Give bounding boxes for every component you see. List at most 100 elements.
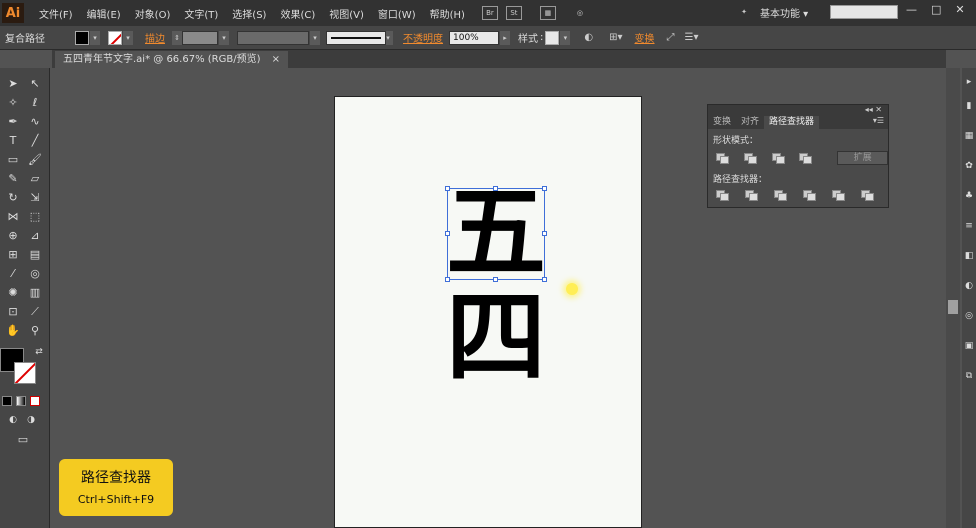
graphic-style-swatch[interactable] <box>545 30 560 45</box>
width-tool-icon[interactable]: ⋈ <box>4 209 22 225</box>
align-grid-icon[interactable]: ⊞▾ <box>609 32 622 43</box>
opacity-label[interactable]: 不透明度 <box>403 30 443 45</box>
appearance-panel-icon[interactable]: ◎ <box>962 308 976 324</box>
graphic-style-dropdown[interactable]: ▾ <box>560 30 571 45</box>
eyedropper-icon[interactable]: ⁄ <box>4 266 22 282</box>
stroke-swatch[interactable] <box>108 30 122 45</box>
maximize-button[interactable]: □ <box>931 3 941 16</box>
mesh-icon[interactable]: ⊞ <box>4 247 22 263</box>
type-tool-icon[interactable]: T <box>4 133 22 149</box>
blend-icon[interactable]: ◎ <box>26 266 44 282</box>
draw-normal-icon[interactable]: ◐ <box>4 412 22 428</box>
fill-dropdown[interactable]: ▾ <box>90 30 100 45</box>
draw-behind-icon[interactable]: ◑ <box>22 412 40 428</box>
merge-icon[interactable] <box>774 190 787 201</box>
minimize-button[interactable]: — <box>906 3 917 16</box>
graphic-styles-icon[interactable]: ▣ <box>962 338 976 354</box>
gpu-performance-icon[interactable]: ◎ <box>572 6 588 20</box>
stroke-label[interactable]: 描边 <box>145 30 165 45</box>
isolate-icon[interactable]: ⤢ <box>667 32 675 43</box>
sync-settings-icon[interactable]: ✦ <box>736 5 752 19</box>
shape-builder-icon[interactable]: ⊕ <box>4 228 22 244</box>
handle-bottom-right[interactable] <box>542 277 547 282</box>
stroke-weight-dropdown[interactable]: ▾ <box>219 30 229 45</box>
symbol-sprayer-icon[interactable]: ✺ <box>4 285 22 301</box>
line-tool-icon[interactable]: ╱ <box>26 133 44 149</box>
fill-swatch[interactable] <box>75 30 89 45</box>
glyph-si[interactable]: 四 <box>446 288 546 388</box>
exclude-icon[interactable] <box>799 153 813 164</box>
graph-icon[interactable]: ▥ <box>26 285 44 301</box>
paintbrush-icon[interactable]: 🖌 <box>26 152 44 168</box>
stroke-dropdown[interactable]: ▾ <box>123 30 133 45</box>
stock-button[interactable]: St <box>505 6 522 20</box>
curvature-icon[interactable]: ∿ <box>26 114 44 130</box>
vertical-scrollbar[interactable] <box>946 68 960 528</box>
handle-bottom[interactable] <box>493 277 498 282</box>
menu-edit[interactable]: 编辑(E) <box>80 6 128 21</box>
lasso-icon[interactable]: ℓ <box>26 95 44 111</box>
scale-icon[interactable]: ⇲ <box>26 190 44 206</box>
rotate-icon[interactable]: ↻ <box>4 190 22 206</box>
brush-definition-preview[interactable] <box>326 30 386 45</box>
eraser-icon[interactable]: ▱ <box>26 171 44 187</box>
crop-icon[interactable] <box>803 190 816 201</box>
handle-left[interactable] <box>445 231 450 236</box>
layers-panel-icon[interactable]: ⧉ <box>962 368 976 384</box>
perspective-icon[interactable]: ⊿ <box>26 228 44 244</box>
handle-top-left[interactable] <box>445 186 450 191</box>
variable-width-field[interactable] <box>237 30 309 45</box>
divide-icon[interactable] <box>716 190 729 201</box>
brushes-panel-icon[interactable]: ✿ <box>962 158 976 174</box>
search-input[interactable] <box>830 5 898 19</box>
stroke-color-box[interactable] <box>14 362 36 384</box>
artboard-icon[interactable]: ⊡ <box>4 304 22 320</box>
swap-colors-icon[interactable]: ⇄ <box>30 344 48 360</box>
slice-icon[interactable]: ⟋ <box>26 304 44 320</box>
stroke-weight-stepper[interactable]: ⇕ <box>172 30 182 45</box>
handle-bottom-left[interactable] <box>445 277 450 282</box>
symbols-panel-icon[interactable]: ♣ <box>962 188 976 204</box>
outline-icon[interactable] <box>832 190 845 201</box>
handle-top[interactable] <box>493 186 498 191</box>
bridge-button[interactable]: Br <box>481 6 498 20</box>
close-window-button[interactable]: ✕ <box>955 3 964 16</box>
selection-tool-icon[interactable]: ➤ <box>4 76 22 92</box>
free-transform-icon[interactable]: ⬚ <box>26 209 44 225</box>
pen-tool-icon[interactable]: ✒ <box>4 114 22 130</box>
menu-file[interactable]: 文件(F) <box>32 6 80 21</box>
color-panel-icon[interactable]: ▮ <box>962 98 976 114</box>
selection-bounding-box[interactable] <box>447 188 545 280</box>
none-mode-icon[interactable] <box>30 396 40 406</box>
gradient-mode-icon[interactable] <box>16 396 26 406</box>
workspace-switcher[interactable]: 基本功能 ▾ <box>760 5 808 20</box>
panel-collapse-icon[interactable]: ◂◂ ✕ <box>708 105 888 116</box>
unite-icon[interactable] <box>716 153 729 164</box>
tab-transform[interactable]: 变换 <box>708 116 736 129</box>
variable-width-dropdown[interactable]: ▾ <box>310 30 320 45</box>
scroll-thumb[interactable] <box>948 300 958 314</box>
hand-icon[interactable]: ✋ <box>4 323 22 339</box>
rectangle-tool-icon[interactable]: ▭ <box>4 152 22 168</box>
tab-align[interactable]: 对齐 <box>736 116 764 129</box>
arrange-documents-icon[interactable]: ▦ <box>539 6 556 20</box>
menu-object[interactable]: 对象(O) <box>128 6 178 21</box>
expand-button[interactable]: 扩展 <box>837 151 889 165</box>
menu-window[interactable]: 窗口(W) <box>371 6 423 21</box>
color-mode-icon[interactable] <box>2 396 12 406</box>
opacity-field[interactable]: 100% <box>449 30 499 45</box>
menu-type[interactable]: 文字(T) <box>177 6 225 21</box>
pencil-icon[interactable]: ✎ <box>4 171 22 187</box>
opacity-dropdown[interactable]: ▸ <box>500 30 510 45</box>
transparency-panel-icon[interactable]: ◐ <box>962 278 976 294</box>
handle-top-right[interactable] <box>542 186 547 191</box>
menu-help[interactable]: 帮助(H) <box>423 6 472 21</box>
tab-pathfinder[interactable]: 路径查找器 <box>764 116 820 129</box>
stroke-weight-field[interactable] <box>182 30 218 45</box>
gradient-panel-icon[interactable]: ◧ <box>962 248 976 264</box>
handle-right[interactable] <box>542 231 547 236</box>
menu-view[interactable]: 视图(V) <box>322 6 371 21</box>
direct-selection-tool-icon[interactable]: ↖ <box>26 76 44 92</box>
zoom-icon[interactable]: ⚲ <box>26 323 44 339</box>
trim-icon[interactable] <box>745 190 758 201</box>
